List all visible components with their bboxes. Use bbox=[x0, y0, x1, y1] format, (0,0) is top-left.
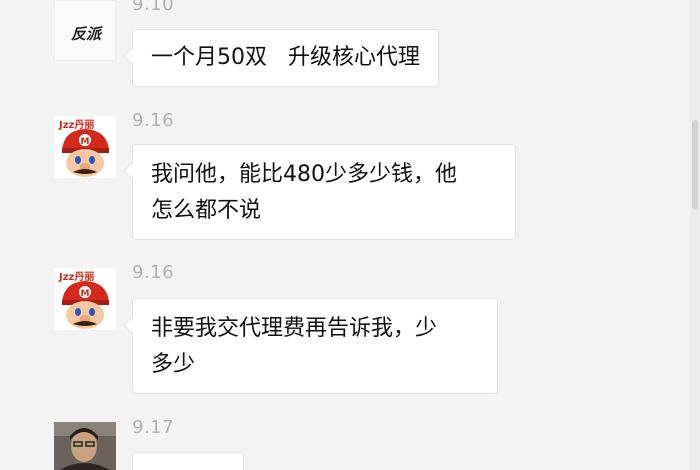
message-bubble[interactable]: 一个月50双 升级核心代理 bbox=[132, 29, 439, 87]
mario-avatar[interactable]: Jzz丹丽 M bbox=[54, 268, 116, 330]
svg-text:M: M bbox=[81, 289, 90, 299]
message-timestamp: 9.17 bbox=[132, 417, 175, 438]
message-bubble[interactable] bbox=[132, 452, 244, 470]
message-timestamp: 9.10 bbox=[132, 0, 175, 15]
message-timestamp: 9.16 bbox=[132, 262, 175, 283]
svg-text:Jzz丹丽: Jzz丹丽 bbox=[58, 119, 94, 131]
scrollbar-thumb[interactable] bbox=[692, 120, 698, 210]
mario-icon: Jzz丹丽 M bbox=[54, 116, 116, 178]
person-photo-avatar[interactable] bbox=[54, 422, 116, 470]
brand-logo-avatar[interactable]: 反派 bbox=[54, 0, 116, 61]
chat-scrollbar[interactable] bbox=[690, 0, 700, 470]
mario-avatar[interactable]: Jzz丹丽 M bbox=[54, 116, 116, 178]
svg-text:反派: 反派 bbox=[71, 25, 104, 43]
message-bubble[interactable]: 我问他，能比480少多少钱，他 怎么都不说 bbox=[132, 144, 516, 240]
mario-icon: Jzz丹丽 M bbox=[54, 268, 116, 330]
person-photo-icon bbox=[54, 422, 116, 470]
chat-history[interactable]: 反派 9.10 一个月50双 升级核心代理 Jzz丹丽 M 9.16 我问他，能… bbox=[0, 0, 688, 470]
message-timestamp: 9.16 bbox=[132, 110, 175, 131]
logo-icon: 反派 bbox=[71, 25, 104, 43]
svg-text:Jzz丹丽: Jzz丹丽 bbox=[58, 271, 94, 283]
svg-text:M: M bbox=[81, 137, 90, 147]
message-bubble[interactable]: 非要我交代理费再告诉我，少 多少 bbox=[132, 298, 498, 394]
